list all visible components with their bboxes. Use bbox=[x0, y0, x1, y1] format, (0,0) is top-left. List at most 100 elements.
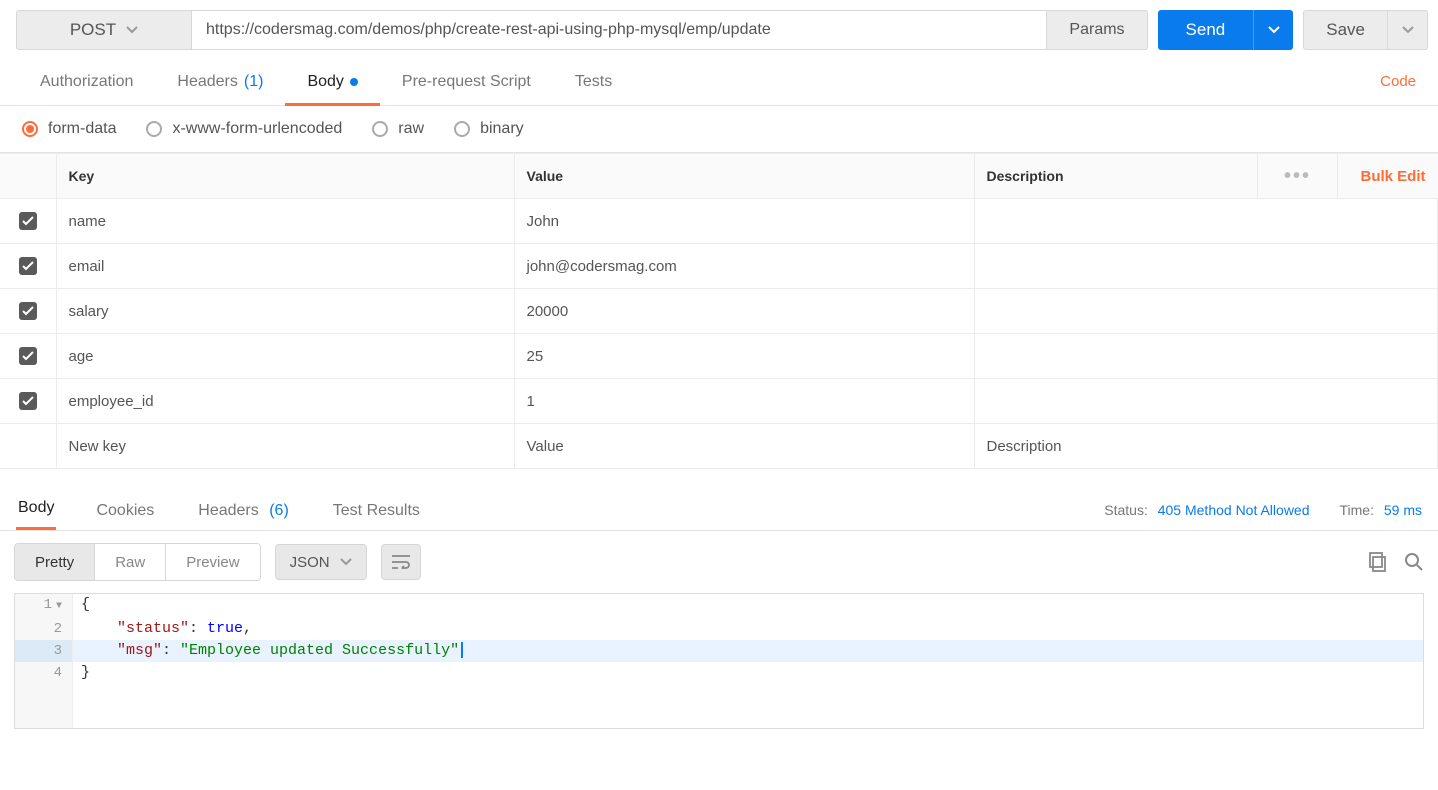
table-row-new: New keyValueDescription bbox=[0, 424, 1438, 469]
send-dropdown[interactable] bbox=[1253, 10, 1293, 50]
bulk-edit-link[interactable]: Bulk Edit bbox=[1360, 168, 1425, 185]
gutter: 3 bbox=[15, 640, 73, 662]
checkbox[interactable] bbox=[19, 302, 37, 320]
gutter bbox=[15, 684, 73, 706]
table-row: emailjohn@codersmag.com bbox=[0, 244, 1438, 289]
description-cell[interactable] bbox=[974, 289, 1438, 334]
description-cell[interactable] bbox=[974, 379, 1438, 424]
tab-headers[interactable]: Headers (1) bbox=[155, 58, 285, 106]
more-icon[interactable]: ••• bbox=[1284, 165, 1311, 187]
wrap-icon bbox=[392, 555, 410, 569]
key-cell[interactable]: name bbox=[56, 199, 514, 244]
tab-prerequest[interactable]: Pre-request Script bbox=[380, 58, 553, 106]
editor-line: 3 "msg": "Employee updated Successfully" bbox=[15, 640, 1423, 662]
toolbar-right bbox=[1368, 552, 1424, 572]
code-link[interactable]: Code bbox=[1380, 73, 1416, 90]
editor-line: 4 } bbox=[15, 662, 1423, 684]
modified-dot-icon bbox=[350, 78, 358, 86]
key-cell[interactable]: employee_id bbox=[56, 379, 514, 424]
radio-icon bbox=[372, 121, 388, 137]
save-button[interactable]: Save bbox=[1303, 10, 1388, 50]
language-label: JSON bbox=[290, 554, 330, 571]
value-cell[interactable]: 20000 bbox=[514, 289, 974, 334]
code-line bbox=[73, 684, 1423, 706]
radio-binary[interactable]: binary bbox=[454, 120, 524, 138]
description-cell[interactable] bbox=[974, 244, 1438, 289]
resp-tab-tests[interactable]: Test Results bbox=[333, 502, 444, 530]
resp-tab-body[interactable]: Body bbox=[16, 496, 56, 530]
url-input[interactable] bbox=[192, 10, 1047, 50]
editor-line bbox=[15, 706, 1423, 728]
tab-authorization[interactable]: Authorization bbox=[18, 58, 155, 106]
key-cell[interactable]: New key bbox=[56, 424, 514, 469]
table-row: salary20000 bbox=[0, 289, 1438, 334]
checkbox[interactable] bbox=[19, 347, 37, 365]
chevron-down-icon bbox=[340, 558, 352, 566]
response-toolbar: Pretty Raw Preview JSON bbox=[0, 531, 1438, 593]
code-line: "msg": "Employee updated Successfully" bbox=[73, 640, 1423, 662]
radio-x-www[interactable]: x-www-form-urlencoded bbox=[146, 120, 342, 138]
response-editor[interactable]: 1▼ { 2 "status": true, 3 "msg": "Employe… bbox=[14, 593, 1424, 729]
description-cell[interactable] bbox=[974, 199, 1438, 244]
chevron-down-icon bbox=[1402, 26, 1414, 34]
wrap-lines-button[interactable] bbox=[381, 544, 421, 580]
description-cell[interactable] bbox=[974, 334, 1438, 379]
description-cell[interactable]: Description bbox=[974, 424, 1438, 469]
time-label: Time: bbox=[1340, 502, 1374, 518]
key-cell[interactable]: age bbox=[56, 334, 514, 379]
view-pretty[interactable]: Pretty bbox=[15, 544, 95, 580]
language-select[interactable]: JSON bbox=[275, 544, 367, 580]
time-value: 59 ms bbox=[1384, 502, 1422, 518]
table-row: employee_id1 bbox=[0, 379, 1438, 424]
key-cell[interactable]: email bbox=[56, 244, 514, 289]
gutter: 1▼ bbox=[15, 594, 73, 618]
value-cell[interactable]: john@codersmag.com bbox=[514, 244, 974, 289]
checkbox[interactable] bbox=[19, 392, 37, 410]
radio-label: binary bbox=[480, 120, 524, 138]
value-cell[interactable]: 25 bbox=[514, 334, 974, 379]
status-label: Status: bbox=[1104, 502, 1148, 518]
radio-raw[interactable]: raw bbox=[372, 120, 424, 138]
value-cell[interactable]: John bbox=[514, 199, 974, 244]
form-data-table: Key Value Description ••• Bulk Edit name… bbox=[0, 153, 1438, 469]
gutter: 2 bbox=[15, 618, 73, 640]
response-tabs: Body Cookies Headers (6) Test Results St… bbox=[0, 479, 1438, 531]
code-line: } bbox=[73, 662, 1423, 684]
col-value: Value bbox=[514, 154, 974, 199]
tab-headers-label: Headers bbox=[177, 73, 237, 91]
resp-tab-cookies[interactable]: Cookies bbox=[96, 502, 178, 530]
radio-label: raw bbox=[398, 120, 424, 138]
code-line: { bbox=[73, 594, 1423, 618]
code-line bbox=[73, 706, 1423, 728]
view-preview[interactable]: Preview bbox=[166, 544, 259, 580]
key-cell[interactable]: salary bbox=[56, 289, 514, 334]
value-cell[interactable]: Value bbox=[514, 424, 974, 469]
tab-body-label: Body bbox=[307, 73, 343, 91]
view-mode-segment: Pretty Raw Preview bbox=[14, 543, 261, 581]
method-select[interactable]: POST bbox=[16, 10, 192, 50]
value-cell[interactable]: 1 bbox=[514, 379, 974, 424]
radio-icon bbox=[22, 121, 38, 137]
save-dropdown[interactable] bbox=[1388, 10, 1428, 50]
status-meta: Status: 405 Method Not Allowed bbox=[1104, 502, 1309, 518]
tab-tests[interactable]: Tests bbox=[553, 58, 634, 106]
col-actions: ••• bbox=[1258, 154, 1338, 199]
checkbox[interactable] bbox=[19, 257, 37, 275]
gutter: 4 bbox=[15, 662, 73, 684]
checkbox[interactable] bbox=[19, 212, 37, 230]
tab-body[interactable]: Body bbox=[285, 58, 379, 106]
editor-line: 1▼ { bbox=[15, 594, 1423, 618]
body-type-selector: form-data x-www-form-urlencoded raw bina… bbox=[0, 106, 1438, 153]
view-raw[interactable]: Raw bbox=[95, 544, 166, 580]
status-value: 405 Method Not Allowed bbox=[1158, 502, 1310, 518]
radio-label: x-www-form-urlencoded bbox=[172, 120, 342, 138]
search-icon[interactable] bbox=[1404, 552, 1424, 572]
save-group: Save bbox=[1303, 10, 1428, 50]
params-button[interactable]: Params bbox=[1047, 10, 1147, 50]
copy-icon[interactable] bbox=[1368, 552, 1388, 572]
radio-form-data[interactable]: form-data bbox=[22, 120, 116, 138]
send-button[interactable]: Send bbox=[1158, 10, 1254, 50]
request-tabs: Authorization Headers (1) Body Pre-reque… bbox=[0, 58, 1438, 106]
gutter bbox=[15, 706, 73, 728]
resp-tab-headers[interactable]: Headers (6) bbox=[198, 502, 313, 530]
